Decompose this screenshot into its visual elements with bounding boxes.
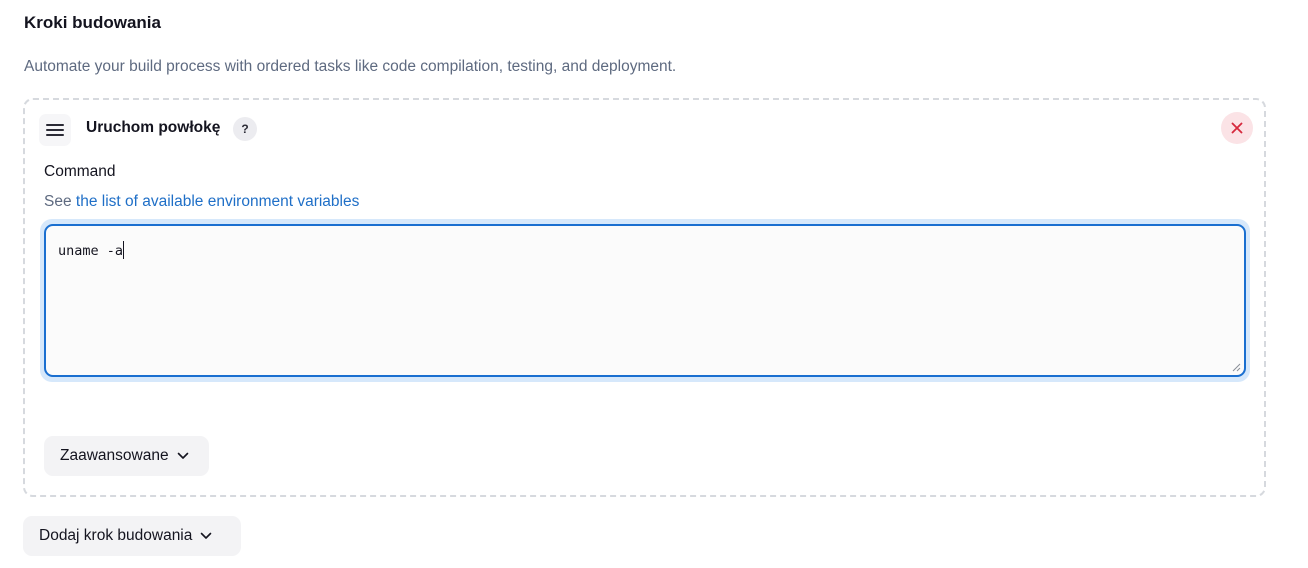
advanced-label: Zaawansowane	[60, 447, 169, 464]
command-value: uname -a	[58, 243, 124, 259]
chevron-down-icon	[201, 532, 212, 539]
step-title: Uruchom powłokę	[86, 119, 221, 136]
env-variables-link[interactable]: the list of available environment variab…	[76, 193, 359, 210]
command-textarea[interactable]: uname -a	[44, 224, 1246, 377]
chevron-down-icon	[177, 452, 188, 459]
env-hint-prefix: See	[44, 193, 72, 210]
remove-step-button[interactable]	[1221, 112, 1253, 144]
env-hint: See the list of available environment va…	[44, 193, 359, 211]
drag-handle-icon[interactable]	[39, 114, 71, 146]
close-icon	[1231, 122, 1243, 134]
add-build-step-button[interactable]: Dodaj krok budowania	[23, 516, 241, 556]
add-step-label: Dodaj krok budowania	[39, 527, 193, 544]
text-caret	[123, 241, 125, 259]
build-step-card: Uruchom powłokę ? Command See the list o…	[23, 98, 1266, 497]
command-label: Command	[44, 163, 116, 180]
help-button[interactable]: ?	[233, 117, 257, 141]
advanced-button[interactable]: Zaawansowane	[44, 436, 209, 476]
resize-grip-icon[interactable]	[1231, 362, 1241, 372]
section-description: Automate your build process with ordered…	[24, 58, 677, 75]
section-title: Kroki budowania	[24, 13, 161, 32]
